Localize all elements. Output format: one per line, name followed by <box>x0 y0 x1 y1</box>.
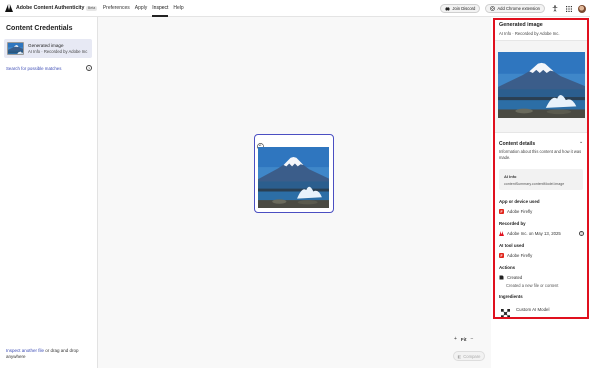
ai-tool-value: Adobe Firefly <box>507 253 533 258</box>
join-discord-label: Join Discord <box>452 6 476 11</box>
recorded-by-help-icon[interactable]: ? <box>579 231 584 236</box>
apps-grid-icon[interactable] <box>564 4 573 13</box>
adobe-logo-icon <box>499 231 504 236</box>
zoom-controls: + Fit − <box>454 336 477 342</box>
zoom-in-button[interactable]: + <box>454 336 457 342</box>
adobe-firefly-icon: F <box>499 209 504 214</box>
recorded-by-label: Recorded by <box>499 221 526 226</box>
ai-info-title: AI Info <box>504 174 517 179</box>
user-avatar[interactable] <box>578 4 586 13</box>
content-credentials-badge-icon[interactable] <box>257 137 264 150</box>
created-action-icon <box>499 275 504 280</box>
content-details-description: Information about this content and how i… <box>499 149 582 160</box>
ingredients-value[interactable]: Custom AI Model <box>516 307 549 312</box>
top-right-actions: Join Discord Add Chrome extension <box>440 0 586 17</box>
actions-label: Actions <box>499 265 516 270</box>
panel-image <box>498 52 585 118</box>
ai-tool-row: F Adobe Firefly <box>499 253 532 258</box>
join-discord-button[interactable]: Join Discord <box>440 4 481 13</box>
sidebar-title: Content Credentials <box>6 25 73 32</box>
credential-card[interactable]: Generated image AI Info · Recorded by Ad… <box>4 39 92 58</box>
nav-preferences[interactable]: Preferences <box>103 0 130 17</box>
actions-description: Created a new file or content <box>506 283 559 288</box>
nav-apply[interactable]: Apply <box>135 0 148 17</box>
recorded-by-row: Adobe Inc. on May 13, 2025 <box>499 231 561 236</box>
top-bar: Adobe Content Authenticity Beta Preferen… <box>0 0 590 17</box>
accessibility-icon[interactable] <box>550 4 559 13</box>
app-device-label: App or device used <box>499 199 540 204</box>
compare-icon: ◧ <box>457 353 462 359</box>
add-chrome-extension-button[interactable]: Add Chrome extension <box>485 4 545 13</box>
canvas-image <box>258 147 329 208</box>
search-matches-link[interactable]: Search for possible matches <box>6 66 61 71</box>
panel-title: Generated image <box>499 22 543 28</box>
content-credentials-sidebar: Content Credentials Generated image AI I… <box>0 17 98 368</box>
app-title: Adobe Content Authenticity <box>16 5 85 11</box>
credential-card-title: Generated image <box>28 43 64 48</box>
ai-info-value: contentSummary.contentModel.image <box>504 182 565 186</box>
adobe-firefly-icon: F <box>499 253 504 258</box>
main-nav: Preferences Apply Inspect Help <box>103 0 189 17</box>
chevron-down-icon[interactable]: ⌄ <box>579 139 583 145</box>
help-icon[interactable]: ? <box>86 65 92 71</box>
canvas-image-card[interactable] <box>254 134 334 213</box>
app-device-row: F Adobe Firefly <box>499 209 532 214</box>
inspect-another-file: Inspect another file or drag and drop an… <box>6 348 92 360</box>
compare-label: Compare <box>463 353 481 359</box>
ai-tool-label: AI tool used <box>499 243 525 248</box>
panel-subtitle: AI Info · Recorded by Adobe Inc. <box>499 31 560 36</box>
inspect-another-file-link[interactable]: Inspect another file <box>6 348 44 353</box>
content-details-heading[interactable]: Content details <box>499 141 535 147</box>
chrome-icon <box>490 6 496 11</box>
discord-icon <box>445 6 451 11</box>
adobe-logo-icon[interactable] <box>4 4 13 13</box>
divider <box>495 132 587 133</box>
recorded-by-value: Adobe Inc. on May 13, 2025 <box>507 231 561 236</box>
add-chrome-extension-label: Add Chrome extension <box>497 6 540 11</box>
credential-card-subtitle: AI Info · Recorded by Adobe Inc <box>28 49 88 54</box>
credential-thumbnail <box>7 42 24 55</box>
ingredients-label: Ingredients <box>499 294 523 299</box>
zoom-fit-label[interactable]: Fit <box>461 337 467 342</box>
zoom-out-button[interactable]: − <box>471 336 474 342</box>
actions-value: Created <box>507 275 523 280</box>
actions-row: Created <box>499 275 522 280</box>
beta-badge: Beta <box>86 5 97 11</box>
app-device-value: Adobe Firefly <box>507 209 533 214</box>
compare-button[interactable]: ◧ Compare <box>453 351 485 361</box>
nav-help[interactable]: Help <box>173 0 183 17</box>
custom-ai-model-icon <box>501 305 510 318</box>
ai-info-box: AI Info contentSummary.contentModel.imag… <box>499 169 583 190</box>
nav-inspect[interactable]: Inspect <box>152 0 169 17</box>
inspect-canvas: + Fit − ◧ Compare <box>98 17 491 368</box>
